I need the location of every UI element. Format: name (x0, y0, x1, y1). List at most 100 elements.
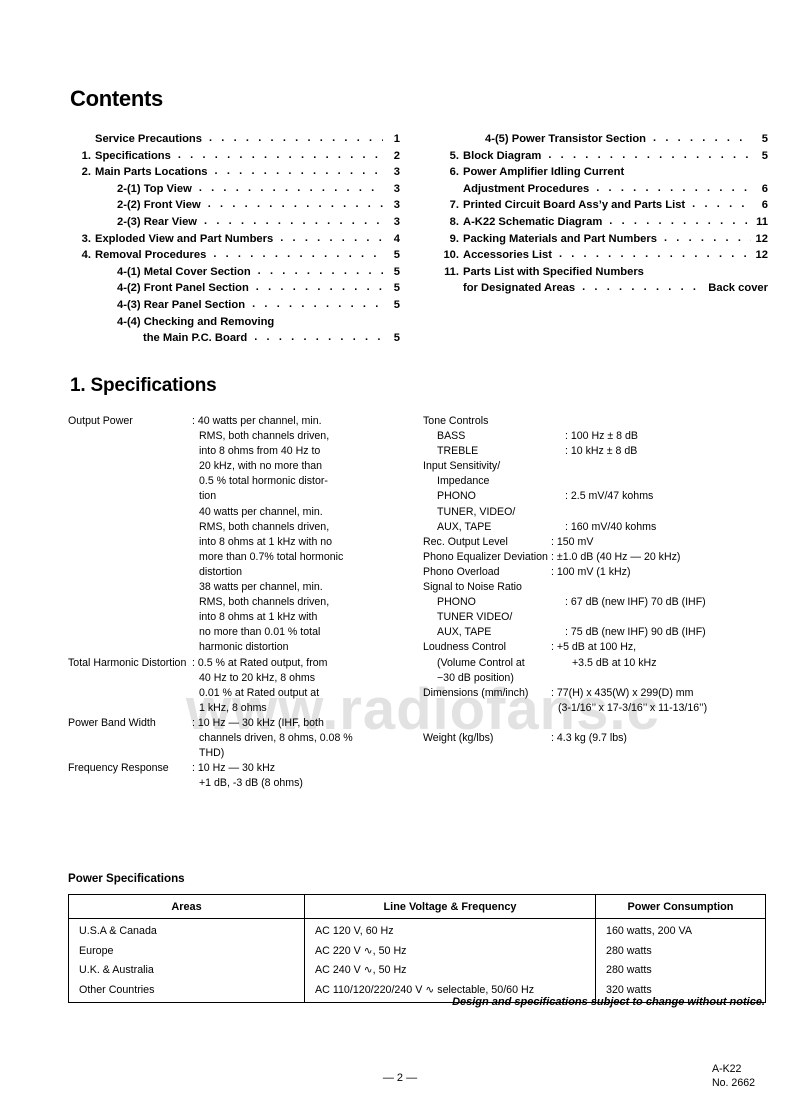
table-cell-power-consumption: 280 watts (595, 941, 766, 961)
toc-entry[interactable]: 8. A-K22 Schematic Diagram . . . . . . . .… (438, 214, 768, 231)
spec-term: Impedance (437, 475, 490, 488)
spec-term (423, 716, 551, 731)
toc-entry-page: 4 (393, 232, 400, 245)
spec-value-line: : ±1.0 dB (40 Hz — 20 kHz) (551, 550, 681, 563)
spec-value-line: : 67 dB (new IHF) 70 dB (IHF) (565, 596, 706, 609)
spec-term: PHONO (437, 490, 476, 503)
spec-value-line: : 150 mV (551, 535, 594, 548)
spec-entry: Loudness Control: +5 dB at 100 Hz, (423, 640, 795, 655)
spec-entry: TUNER, VIDEO/ (423, 505, 795, 520)
toc-dot-leader: . . . . . . . . . . . . . . . . . . . . … (692, 198, 751, 211)
power-specifications-heading: Power Specifications (68, 872, 185, 885)
spec-term: Dimensions (mm/inch) (423, 686, 529, 699)
toc-column-left: Service Precautions . . . . . . . . . . .… (70, 131, 400, 347)
toc-entry-label: 4-(1) Metal Cover Section (117, 265, 251, 278)
toc-entry-page: 5 (393, 249, 400, 262)
spec-value (565, 671, 795, 686)
toc-entry[interactable]: 2-(2) Front View . . . . . . . . . . . . … (70, 197, 400, 214)
toc-dot-leader: . . . . . . . . . . . . . . . . . . . . … (609, 214, 751, 227)
toc-entry[interactable]: for Designated Areas . . . . . . . . . . … (438, 280, 768, 297)
toc-dot-leader: . . . . . . . . . . . . . . . . . . . . … (558, 248, 751, 261)
spec-value (551, 459, 795, 474)
spec-entry: Power Band Width: 10 Hz — 30 kHz (IHF, b… (68, 716, 413, 761)
toc-entry[interactable]: 7. Printed Circuit Board Ass’y and Parts … (438, 197, 768, 214)
document-identifier: A-K22 No. 2662 (712, 1062, 755, 1090)
spec-term: Weight (kg/lbs) (423, 731, 494, 744)
toc-entry[interactable]: Adjustment Procedures . . . . . . . . . .… (438, 181, 768, 198)
toc-entry[interactable]: 4-(3) Rear Panel Section . . . . . . . . … (70, 297, 400, 314)
spec-value-line: channels driven, 8 ohms, 0.08 % (199, 731, 353, 744)
toc-entry[interactable]: the Main P.C. Board . . . . . . . . . . .… (70, 330, 400, 347)
toc-entry[interactable]: 6.Power Amplifier Idling Current. . . . … (438, 164, 768, 181)
toc-dot-leader: . . . . . . . . . . . . . . . . . . . . … (257, 264, 383, 277)
spec-term: Total Harmonic Distortion (68, 656, 187, 669)
toc-dot-leader: . . . . . . . . . . . . . . . . . . . . … (254, 331, 383, 344)
toc-entry-number: 3. (81, 232, 91, 245)
toc-entry[interactable]: 1. Specifications . . . . . . . . . . . . … (70, 148, 400, 165)
spec-value (565, 505, 795, 520)
toc-entry[interactable]: 2-(1) Top View . . . . . . . . . . . . . … (70, 181, 400, 198)
spec-entry: (Volume Control at +3.5 dB at 10 kHz (423, 656, 795, 671)
spec-value-line: : 160 mV/40 kohms (565, 520, 657, 533)
toc-entry-number: 8. (449, 215, 459, 228)
spec-value-line: : 75 dB (new IHF) 90 dB (IHF) (565, 626, 706, 639)
page-number: — 2 — (382, 1072, 418, 1084)
toc-entry[interactable]: 4. Removal Procedures . . . . . . . . . . … (70, 247, 400, 264)
toc-entry-number: 5. (449, 149, 459, 162)
spec-term: Phono Overload (423, 565, 500, 578)
toc-entry[interactable]: 9. Packing Materials and Part Numbers . . … (438, 231, 768, 248)
spec-value-line: : +5 dB at 100 Hz, (551, 641, 637, 654)
toc-entry[interactable]: 4-(4) Checking and Removing. . . . . . .… (70, 314, 400, 331)
spec-term: AUX, TAPE (437, 626, 492, 639)
toc-entry-number: 6. (449, 166, 459, 179)
spec-value-line: RMS, both channels driven, (199, 430, 330, 443)
toc-entry[interactable]: 5. Block Diagram . . . . . . . . . . . . .… (438, 148, 768, 165)
toc-entry[interactable]: 4-(2) Front Panel Section . . . . . . . .… (70, 280, 400, 297)
spec-entry: Signal to Noise Ratio (423, 580, 795, 595)
spec-entry (423, 716, 795, 731)
spec-entry: AUX, TAPE: 160 mV/40 kohms (423, 520, 795, 535)
spec-entry: −30 dB position) (423, 671, 795, 686)
spec-value: : ±1.0 dB (40 Hz — 20 kHz) (551, 550, 795, 565)
toc-entry-page: 3 (393, 199, 400, 212)
spec-term: TUNER VIDEO/ (437, 611, 513, 624)
toc-dot-leader: . . . . . . . . . . . . . . . . . . . . … (663, 231, 751, 244)
toc-entry[interactable]: Service Precautions . . . . . . . . . . .… (70, 131, 400, 148)
toc-dot-leader: . . . . . . . . . . . . . . . . . . . . … (198, 181, 383, 194)
spec-term: BASS (437, 430, 466, 443)
toc-entry[interactable]: 3. Exploded View and Part Numbers . . . . … (70, 231, 400, 248)
spec-value (565, 474, 795, 489)
toc-entry[interactable]: 10. Accessories List . . . . . . . . . . .… (438, 247, 768, 264)
spec-value-line: : 2.5 mV/47 kohms (565, 490, 654, 503)
table-cell-power-consumption: 280 watts (595, 960, 766, 980)
toc-entry-label: Power Amplifier Idling Current (463, 166, 625, 179)
spec-term: PHONO (437, 596, 476, 609)
toc-entry-number: 4. (81, 249, 91, 262)
toc-entry-page: 3 (393, 215, 400, 228)
toc-entry[interactable]: 4-(1) Metal Cover Section . . . . . . . .… (70, 264, 400, 281)
spec-value: : 0.5 % at Rated output, from 40 Hz to 20… (192, 656, 413, 716)
spec-value-line: 0.5 % total hormonic distor- (199, 475, 328, 488)
spec-column-left: Output Power: 40 watts per channel, min.… (68, 414, 413, 791)
toc-entry-label: Block Diagram (463, 149, 542, 162)
toc-entry[interactable]: 2-(3) Rear View . . . . . . . . . . . . .… (70, 214, 400, 231)
spec-value-line: : 4.3 kg (9.7 lbs) (551, 731, 627, 744)
table-cell-area: U.K. & Australia (68, 960, 305, 980)
manual-page: www.radiofans.c Contents Service Precaut… (0, 0, 800, 1110)
spec-term: Input Sensitivity/ (423, 460, 501, 473)
toc-entry-label: 4-(5) Power Transistor Section (485, 133, 647, 145)
toc-entry-page: 5 (393, 265, 400, 278)
toc-entry[interactable]: 11.Parts List with Specified Numbers. . … (438, 264, 768, 281)
spec-entry: Weight (kg/lbs) : 4.3 kg (9.7 lbs) (423, 731, 795, 746)
toc-dot-leader: . . . . . . . . . . . . . . . . . . . . … (280, 231, 383, 244)
spec-value-line: into 8 ohms at 1 kHz with (199, 611, 318, 624)
spec-term: Tone Controls (423, 415, 489, 427)
spec-value-line: into 8 ohms at 1 kHz with no (199, 535, 333, 548)
spec-value: : +5 dB at 100 Hz, (551, 640, 795, 655)
spec-entry: PHONO : 67 dB (new IHF) 70 dB (IHF) (423, 595, 795, 610)
table-row: U.K. & Australia AC 240 V ∿, 50 Hz 280 wat… (68, 960, 766, 980)
toc-entry[interactable]: 2. Main Parts Locations . . . . . . . . . … (70, 164, 400, 181)
spec-value-line: 38 watts per channel, min. (199, 581, 323, 594)
toc-entry[interactable]: 4-(5) Power Transistor Section . . . . . … (438, 131, 768, 148)
spec-value: : 10 kHz ± 8 dB (565, 444, 795, 459)
